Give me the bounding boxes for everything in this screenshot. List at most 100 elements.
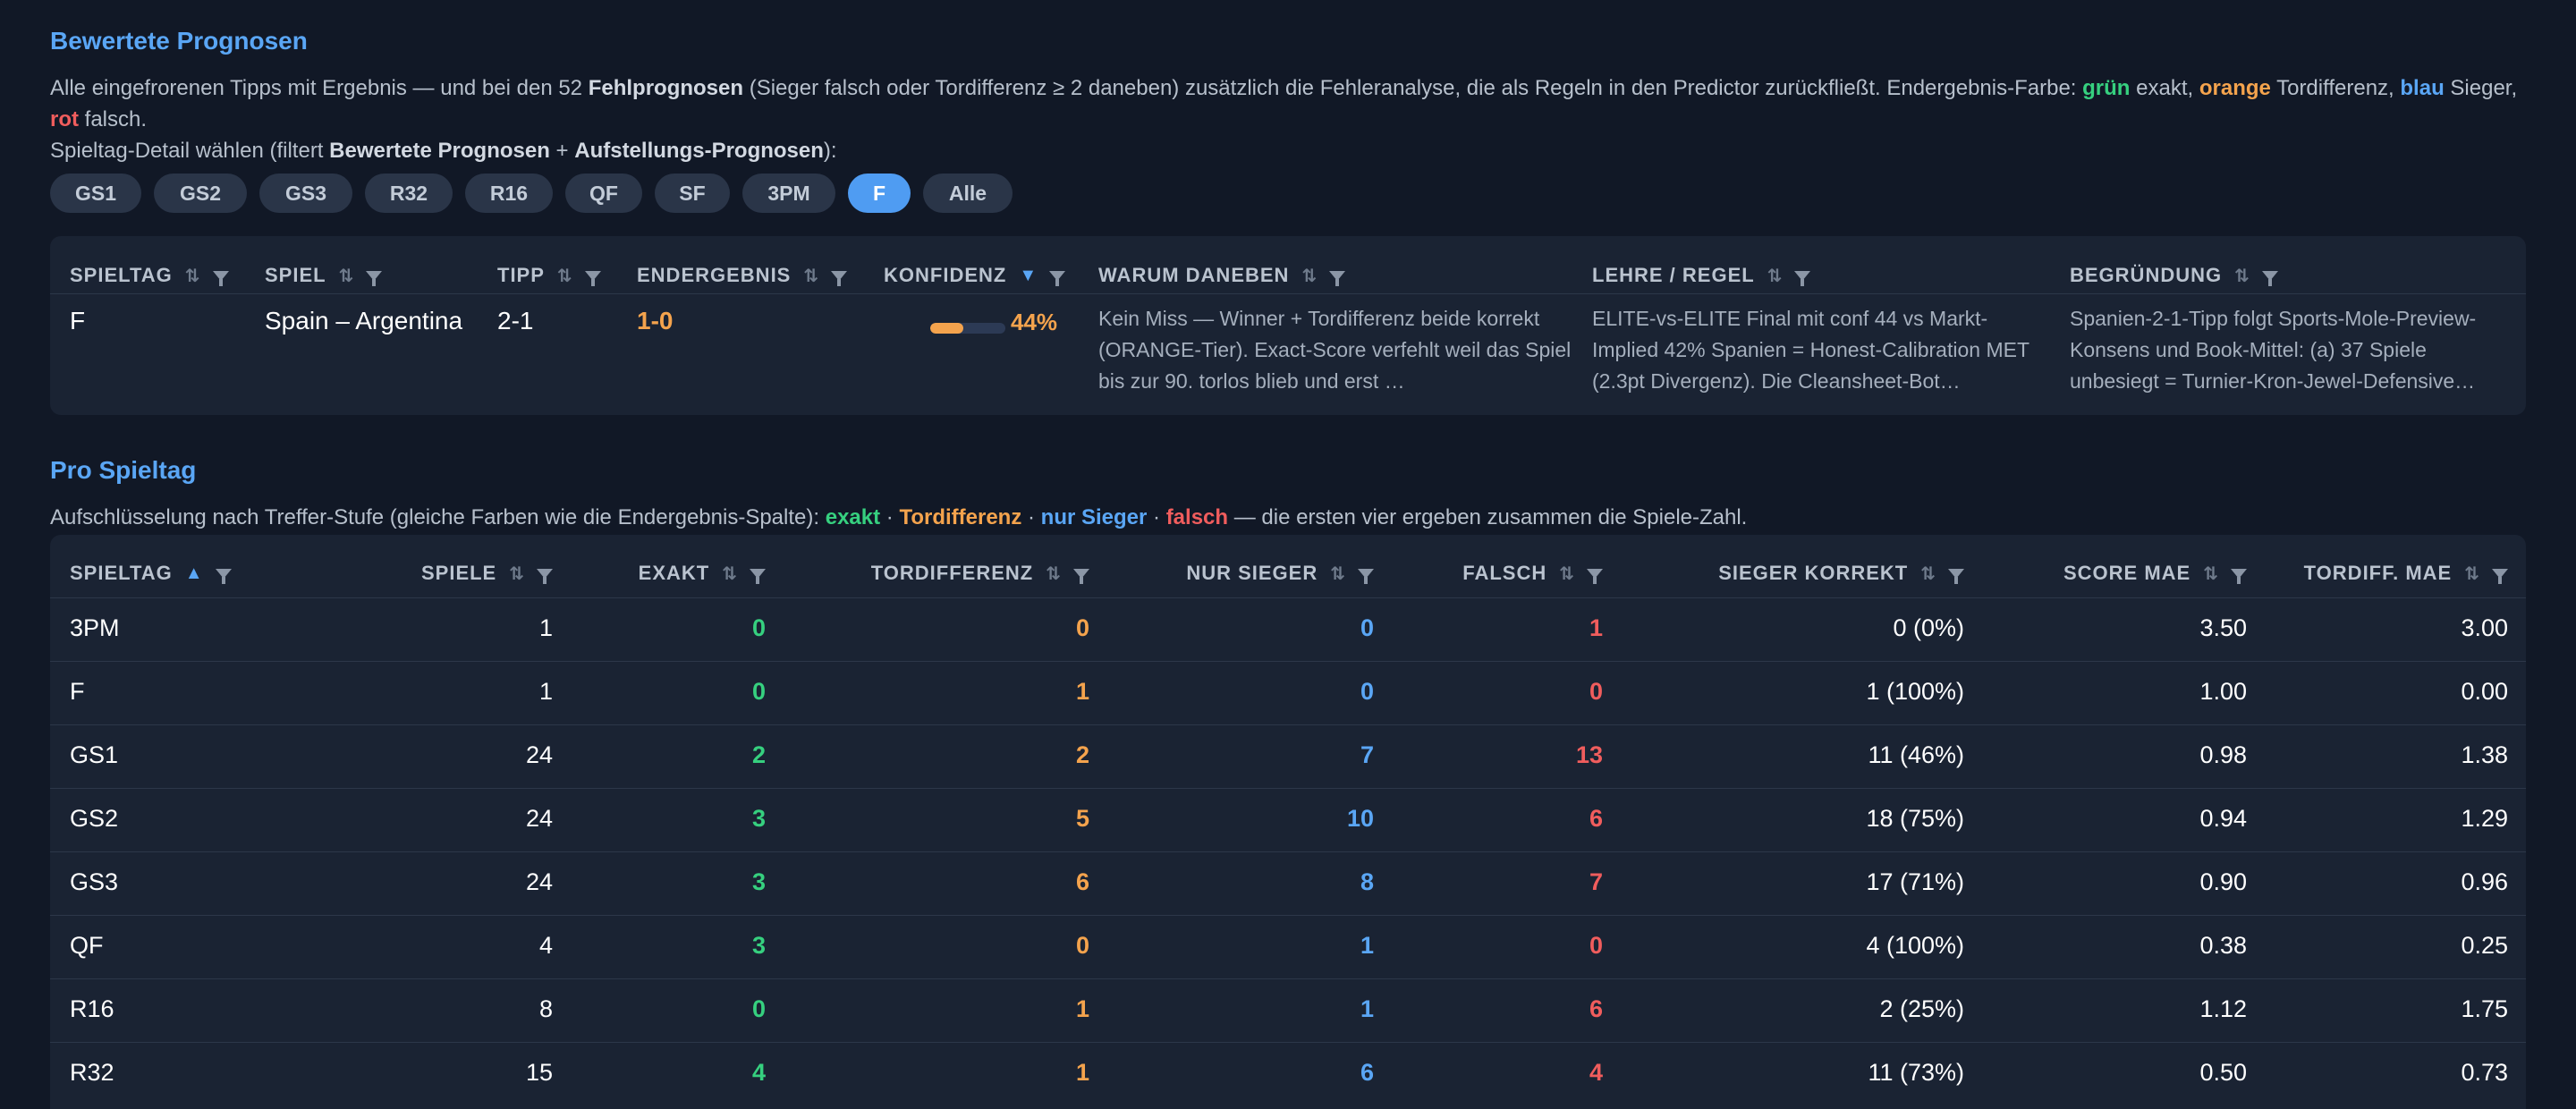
chip-3pm[interactable]: 3PM — [742, 174, 835, 213]
cell-score-mae: 0.50 — [2199, 1059, 2247, 1086]
sort-icon[interactable]: ⇅ — [1767, 265, 1783, 287]
cell-spiele: 15 — [525, 1059, 553, 1086]
sort-icon[interactable]: ⇅ — [185, 265, 200, 287]
table-row[interactable]: GS2 24 3 5 10 6 18 (75%) 0.94 1.29 — [50, 788, 2526, 851]
table-row[interactable]: R32 15 4 1 6 4 11 (73%) 0.50 0.73 — [50, 1042, 2526, 1105]
sort-icon[interactable]: ⇅ — [1559, 563, 1574, 585]
cell-tipp: 2-1 — [497, 307, 534, 334]
col-header-nur-sieger[interactable]: NUR SIEGER ⇅ — [1106, 549, 1374, 597]
cell-spiele: 24 — [525, 805, 553, 832]
col-header-tordiff-mae[interactable]: TORDIFF. MAE ⇅ — [2268, 549, 2508, 597]
sort-icon[interactable]: ⇅ — [509, 563, 524, 585]
chip-gs2[interactable]: GS2 — [154, 174, 247, 213]
cell-exakt: 3 — [751, 932, 766, 959]
col-header-score-mae[interactable]: SCORE MAE ⇅ — [1982, 549, 2247, 597]
table-row[interactable]: F Spain – Argentina 2-1 1-0 44% Kein Mis… — [50, 293, 2526, 415]
pro-spieltag-table: SPIELTAG ▲ SPIELE ⇅ EXAKT ⇅ TORDIFFERENZ ⇅ N… — [50, 535, 2526, 1109]
filter-icon[interactable] — [1358, 568, 1374, 584]
sort-icon[interactable]: ⇅ — [1330, 563, 1345, 585]
col-header-tordifferenz[interactable]: TORDIFFERENZ ⇅ — [784, 549, 1089, 597]
sort-icon[interactable]: ⇅ — [2203, 563, 2218, 585]
sort-icon[interactable]: ⇅ — [1046, 563, 1061, 585]
cell-nur-sieger: 1 — [1360, 995, 1374, 1022]
chip-qf[interactable]: QF — [565, 174, 642, 213]
sort-icon[interactable]: ⇅ — [722, 563, 737, 585]
cell-sieger-korrekt: 1 (100%) — [1866, 678, 1964, 705]
cell-tordiff-mae: 1.29 — [2461, 805, 2508, 832]
cell-spieltag: GS2 — [70, 805, 119, 832]
filter-icon[interactable] — [831, 270, 848, 286]
section1-intro-line2: rot falsch. — [50, 107, 148, 131]
cell-nur-sieger: 10 — [1346, 805, 1374, 832]
chip-alle[interactable]: Alle — [923, 174, 1013, 213]
filter-icon[interactable] — [1948, 568, 1964, 584]
filter-icon[interactable] — [2231, 568, 2247, 584]
sort-icon[interactable]: ⇅ — [2234, 265, 2250, 287]
filter-icon[interactable] — [1073, 568, 1089, 584]
sort-icon[interactable]: ⇅ — [557, 265, 572, 287]
chip-gs3[interactable]: GS3 — [259, 174, 352, 213]
filter-icon[interactable] — [1587, 568, 1603, 584]
cell-tordiff-mae: 1.38 — [2461, 741, 2508, 768]
filter-icon[interactable] — [366, 270, 383, 286]
cell-spieltag: F — [70, 307, 86, 334]
cell-spiele: 24 — [525, 741, 553, 768]
filter-icon[interactable] — [750, 568, 766, 584]
table-row[interactable]: 3PM 1 0 0 0 1 0 (0%) 3.50 3.00 — [50, 597, 2526, 661]
sort-desc-icon[interactable]: ▼ — [1019, 266, 1037, 286]
cell-sieger-korrekt: 0 (0%) — [1893, 614, 1964, 641]
filter-icon[interactable] — [1329, 270, 1346, 286]
table-row[interactable]: GS1 24 2 2 7 13 11 (46%) 0.98 1.38 — [50, 724, 2526, 788]
cell-sieger-korrekt: 18 (75%) — [1866, 805, 1964, 832]
filter-icon[interactable] — [1049, 270, 1066, 286]
filter-icon[interactable] — [215, 568, 232, 584]
cell-endergebnis: 1-0 — [637, 307, 674, 334]
col-header-exakt[interactable]: EXAKT ⇅ — [551, 549, 766, 597]
col-header-sieger-korrekt[interactable]: SIEGER KORREKT ⇅ — [1624, 549, 1964, 597]
cell-exakt: 3 — [751, 868, 766, 895]
cell-konfidenz: 44% — [1011, 309, 1058, 335]
cell-spieltag: GS3 — [70, 868, 119, 895]
cell-sieger-korrekt: 2 (25%) — [1879, 995, 1964, 1022]
chip-gs1[interactable]: GS1 — [50, 174, 141, 213]
filter-icon[interactable] — [2492, 568, 2508, 584]
cell-spieltag: R16 — [70, 995, 114, 1022]
col-header-spieltag[interactable]: SPIELTAG ▲ — [70, 549, 232, 597]
sort-icon[interactable]: ⇅ — [1920, 563, 1936, 585]
chip-sf[interactable]: SF — [655, 174, 730, 213]
table-row[interactable]: QF 4 3 0 1 0 4 (100%) 0.38 0.25 — [50, 915, 2526, 978]
sort-icon[interactable]: ⇅ — [803, 265, 818, 287]
bewertete-prognosen-table: SPIELTAG ⇅ SPIEL ⇅ TIPP ⇅ ENDERGEBNIS ⇅ KONF… — [50, 236, 2526, 415]
cell-exakt: 0 — [751, 614, 766, 641]
filter-icon[interactable] — [2261, 270, 2278, 286]
chip-r16[interactable]: R16 — [465, 174, 553, 213]
cell-tordiff-mae: 0.00 — [2461, 678, 2508, 705]
sort-icon[interactable]: ⇅ — [339, 265, 354, 287]
col-header-spiele[interactable]: SPIELE ⇅ — [318, 549, 553, 597]
table-row[interactable]: GS3 24 3 6 8 7 17 (71%) 0.90 0.96 — [50, 851, 2526, 915]
cell-score-mae: 1.12 — [2199, 995, 2247, 1022]
filter-icon[interactable] — [212, 270, 229, 286]
cell-falsch: 6 — [1589, 995, 1603, 1022]
cell-exakt: 4 — [751, 1059, 766, 1086]
cell-exakt: 0 — [751, 995, 766, 1022]
table-row[interactable]: F 1 0 1 0 0 1 (100%) 1.00 0.00 — [50, 661, 2526, 724]
cell-score-mae: 0.98 — [2199, 741, 2247, 768]
sort-icon[interactable]: ⇅ — [1301, 265, 1317, 287]
table-row[interactable]: R16 8 0 1 1 6 2 (25%) 1.12 1.75 — [50, 978, 2526, 1042]
confidence-bar-fill — [930, 323, 963, 334]
cell-exakt: 2 — [751, 741, 766, 768]
sort-asc-icon[interactable]: ▲ — [185, 563, 203, 584]
col-header-falsch[interactable]: FALSCH ⇅ — [1392, 549, 1603, 597]
cell-tordifferenz: 0 — [1075, 614, 1089, 641]
sort-icon[interactable]: ⇅ — [2464, 563, 2479, 585]
cell-falsch: 6 — [1589, 805, 1603, 832]
chip-r32[interactable]: R32 — [365, 174, 453, 213]
cell-spiel: Spain – Argentina — [265, 307, 463, 334]
filter-icon[interactable] — [1794, 270, 1811, 286]
cell-spieltag: F — [70, 678, 85, 705]
chip-f[interactable]: F — [848, 174, 911, 213]
cell-tordiff-mae: 0.25 — [2461, 932, 2508, 959]
filter-icon[interactable] — [584, 270, 601, 286]
cell-tordiff-mae: 1.75 — [2461, 995, 2508, 1022]
